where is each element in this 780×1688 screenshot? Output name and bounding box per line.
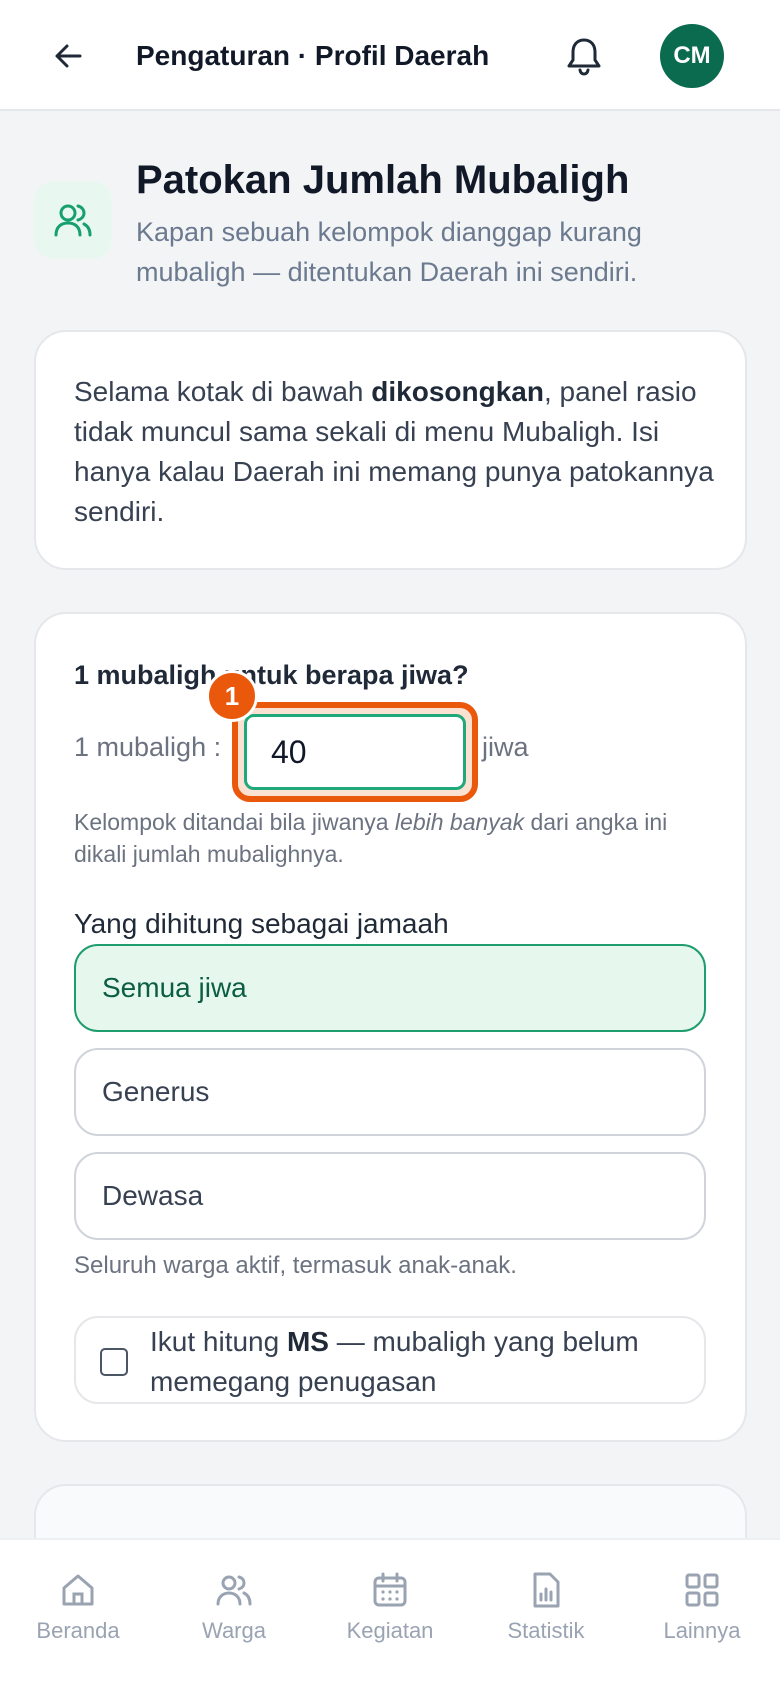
bottom-navigation: Beranda Warga Kegiatan Statistik Lainnya — [0, 1538, 780, 1688]
nav-item-kegiatan[interactable]: Kegiatan — [312, 1570, 468, 1644]
avatar[interactable]: CM — [660, 24, 724, 88]
notifications-button[interactable] — [562, 34, 606, 78]
info-text: Selama kotak di bawah dikosongkan, panel… — [74, 376, 714, 527]
jamaah-label: Yang dihitung sebagai jamaah — [74, 908, 449, 939]
step-badge: 1 — [206, 670, 258, 722]
option-generus[interactable]: Generus — [74, 1048, 706, 1136]
home-icon — [62, 1574, 94, 1606]
nav-label: Kegiatan — [346, 1618, 434, 1643]
chart-file-icon — [533, 1572, 560, 1608]
nav-item-warga[interactable]: Warga — [156, 1570, 312, 1644]
nav-label: Lainnya — [663, 1618, 741, 1643]
ratio-settings-card: 1 mubaligh untuk berapa jiwa? 1 mubaligh… — [34, 612, 747, 1442]
ratio-input-highlight — [232, 702, 478, 802]
nav-label: Beranda — [36, 1618, 120, 1643]
users-icon — [216, 1575, 252, 1606]
ratio-suffix: jiwa — [482, 732, 529, 762]
nav-label: Warga — [202, 1618, 266, 1643]
ratio-question-label: 1 mubaligh untuk berapa jiwa? — [74, 660, 469, 690]
top-app-bar: Pengaturan · Profil Daerah CM — [0, 0, 780, 111]
nav-item-statistik[interactable]: Statistik — [468, 1570, 624, 1644]
users-icon — [34, 181, 112, 259]
ratio-prefix: 1 mubaligh : — [74, 732, 222, 762]
bell-icon — [567, 38, 601, 76]
option-semua-jiwa[interactable]: Semua jiwa — [74, 944, 706, 1032]
jamaah-hint: Seluruh warga aktif, termasuk anak-anak. — [74, 1252, 517, 1279]
section-title: Patokan Jumlah Mubaligh — [136, 158, 630, 202]
ms-label: Ikut hitung MS — mubaligh yang belum mem… — [150, 1326, 639, 1397]
nav-label: Statistik — [507, 1618, 585, 1643]
arrow-left-icon — [55, 44, 82, 68]
ms-checkbox-row[interactable]: Ikut hitung MS — mubaligh yang belum mem… — [74, 1316, 706, 1404]
info-bold: dikosongkan — [371, 376, 544, 407]
nav-item-beranda[interactable]: Beranda — [0, 1570, 156, 1644]
nav-item-lainnya[interactable]: Lainnya — [624, 1570, 780, 1644]
option-dewasa[interactable]: Dewasa — [74, 1152, 706, 1240]
ms-checkbox[interactable] — [100, 1348, 128, 1376]
page-title: Pengaturan · Profil Daerah — [136, 40, 490, 71]
back-button[interactable] — [48, 36, 88, 76]
calendar-icon — [373, 1572, 407, 1607]
info-card: Selama kotak di bawah dikosongkan, panel… — [34, 330, 747, 570]
grid-icon — [685, 1573, 719, 1607]
ratio-hint: Kelompok ditandai bila jiwanya lebih ban… — [74, 809, 668, 867]
ratio-input[interactable] — [244, 714, 466, 790]
section-subtitle: Kapan sebuah kelompok dianggap kurang mu… — [136, 217, 642, 287]
